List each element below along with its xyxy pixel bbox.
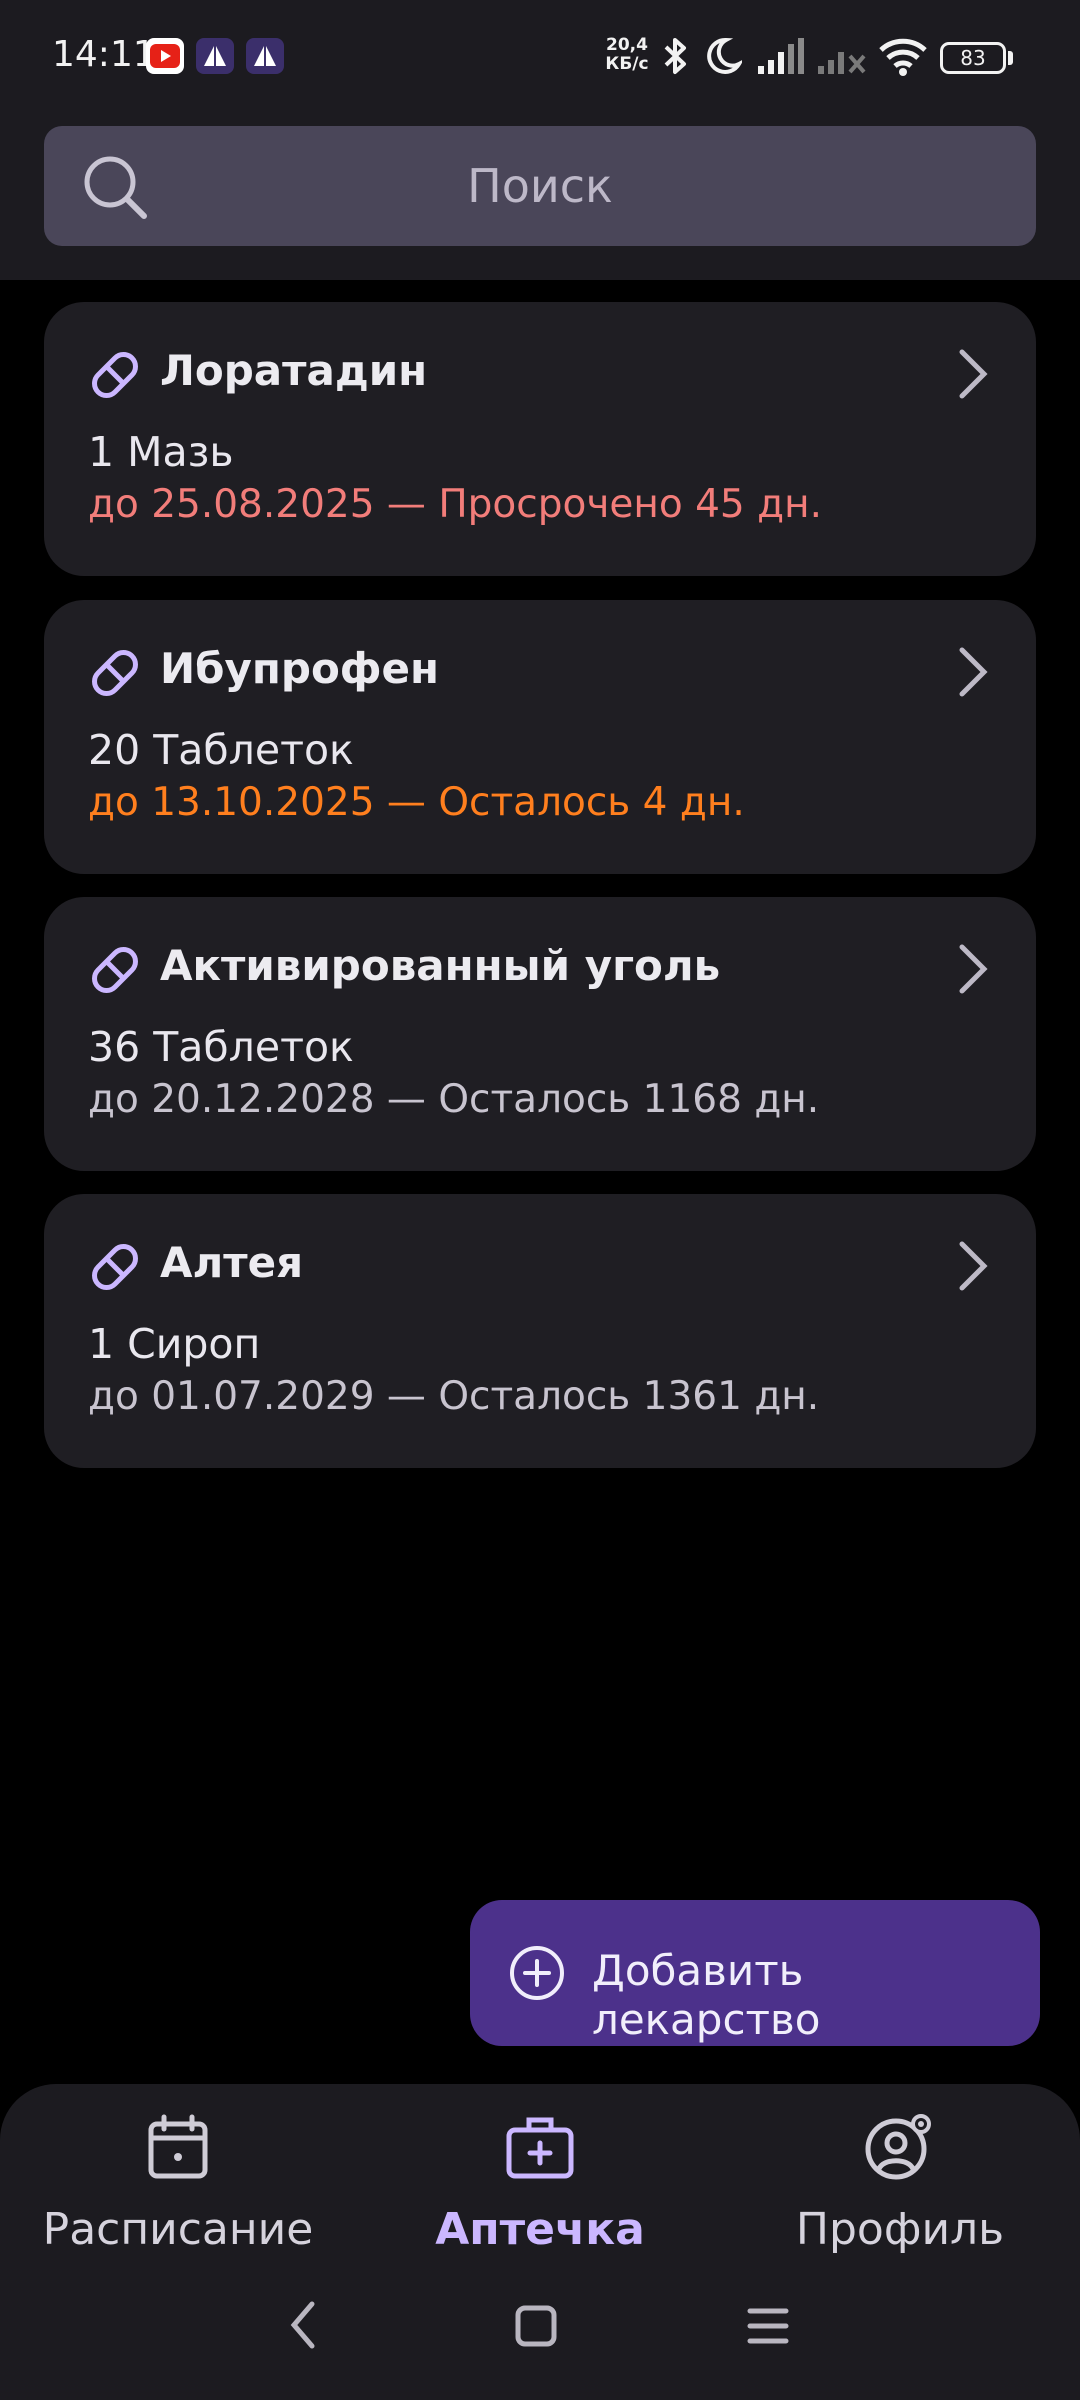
app-notification-icon [246,38,284,74]
bottom-navigation: Расписание Аптечка Профиль [0,2084,1080,2400]
medkit-icon [506,2117,574,2179]
system-menu-icon[interactable] [746,2306,790,2346]
nav-label: Расписание [42,2204,314,2255]
medicine-name: Алтея [160,1238,304,1287]
wifi-icon [879,38,927,76]
chevron-right-icon[interactable] [956,348,990,400]
chevron-right-icon[interactable] [956,1240,990,1292]
nav-label: Профиль [795,2204,1005,2255]
pill-icon [92,947,138,993]
signal-icon [758,38,804,74]
add-medicine-button[interactable]: Добавить лекарство [470,1900,1040,2046]
app-notification-icon [196,38,234,74]
signal-no-service-icon [818,52,866,74]
status-time: 14:11 [52,34,156,75]
battery-icon: 83 [940,42,1006,74]
chevron-right-icon[interactable] [956,943,990,995]
calendar-icon [148,2114,208,2179]
profile-settings-icon [865,2114,931,2180]
medicine-card[interactable]: Ибупрофен 20 Таблеток до 13.10.2025 — Ос… [44,600,1036,874]
network-speed-unit: КБ/с [605,54,649,74]
nav-item-schedule[interactable]: Расписание [18,2114,338,2274]
medicine-quantity: 36 Таблеток [88,1023,354,1071]
medicine-expiry: до 01.07.2029 — Осталось 1361 дн. [88,1374,820,1419]
search-bar[interactable]: Поиск [44,126,1036,246]
pill-icon [92,352,138,398]
do-not-disturb-moon-icon [707,37,742,74]
system-back-icon[interactable] [286,2300,320,2350]
medicine-card[interactable]: Алтея 1 Сироп до 01.07.2029 — Осталось 1… [44,1194,1036,1468]
chevron-right-icon[interactable] [956,646,990,698]
medicine-name: Лоратадин [160,346,428,395]
system-home-icon[interactable] [514,2304,558,2348]
medicine-quantity: 1 Мазь [88,428,234,476]
status-bar: 14:11 20,4 КБ/с 83 [0,0,1080,112]
nav-label: Аптечка [435,2204,645,2255]
pill-icon [92,1244,138,1290]
bluetooth-icon [664,38,686,74]
battery-tip [1008,51,1013,65]
network-speed: 20,4 КБ/с [600,36,654,74]
battery-level: 83 [960,46,986,70]
medicine-name: Активированный уголь [160,941,721,990]
medicine-card[interactable]: Лоратадин 1 Мазь до 25.08.2025 — Просроч… [44,302,1036,576]
screen: { "status_bar": { "time": "14:11", "net_… [0,0,1080,2400]
add-medicine-label: Добавить лекарство [592,1946,821,2044]
pill-icon [92,650,138,696]
medicine-expiry: до 20.12.2028 — Осталось 1168 дн. [88,1077,820,1122]
nav-item-medkit[interactable]: Аптечка [380,2114,700,2274]
search-input[interactable]: Поиск [44,126,1036,246]
network-speed-value: 20,4 [606,35,648,55]
add-circle-icon [510,1946,564,2000]
medicine-name: Ибупрофен [160,644,439,693]
medicine-card[interactable]: Активированный уголь 36 Таблеток до 20.1… [44,897,1036,1171]
medicine-expiry: до 25.08.2025 — Просрочено 45 дн. [88,482,822,527]
medicine-quantity: 1 Сироп [88,1320,261,1368]
top-bar: 14:11 20,4 КБ/с 83 Поиск [0,0,1080,280]
nav-item-profile[interactable]: Профиль [740,2114,1060,2274]
youtube-notification-icon [146,38,184,74]
medicine-expiry: до 13.10.2025 — Осталось 4 дн. [88,780,745,825]
medicine-quantity: 20 Таблеток [88,726,354,774]
